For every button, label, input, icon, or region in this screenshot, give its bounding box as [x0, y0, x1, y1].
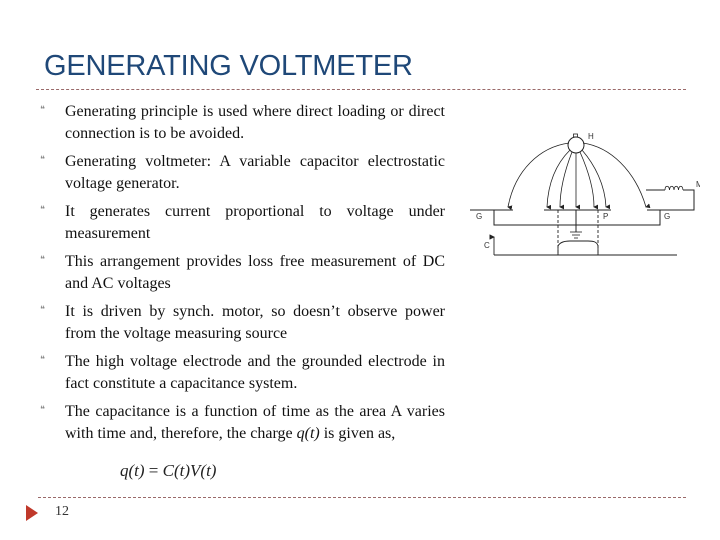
- bullet-icon: ❝: [40, 255, 45, 265]
- field-line: [581, 149, 611, 210]
- bullet-icon: ❝: [40, 405, 45, 415]
- bullet-text: This arrangement provides loss free meas…: [65, 253, 445, 292]
- bullet-item: ❝ It is driven by synch. motor, so doesn…: [40, 301, 445, 344]
- bullet-text: The high voltage electrode and the groun…: [65, 353, 445, 392]
- bullet-item: ❝ This arrangement provides loss free me…: [40, 251, 445, 294]
- label-ground-left: G: [476, 212, 482, 221]
- charge-symbol: q(t): [296, 424, 320, 442]
- bullet-item: ❝ Generating principle is used where dir…: [40, 101, 445, 144]
- label-motor: M: [696, 180, 700, 189]
- formula-rhs: C(t)V(t): [162, 461, 217, 480]
- formula-lhs: q(t): [120, 461, 145, 480]
- hv-electrode: [567, 136, 585, 154]
- electrodes: [470, 189, 695, 256]
- bullet-icon: ❝: [40, 105, 45, 115]
- bullet-item: ❝ Generating voltmeter: A variable capac…: [40, 151, 445, 194]
- slide-title: GENERATING VOLTMETER: [44, 50, 413, 82]
- charge-formula: q(t) = C(t)V(t): [120, 461, 216, 481]
- bullet-icon: ❝: [40, 155, 45, 165]
- capacitance-waveform: [557, 240, 599, 255]
- label-pickup: P: [603, 212, 608, 221]
- ground-symbol: [570, 231, 582, 239]
- bullet-text: The capacitance is a function of time as…: [65, 401, 445, 444]
- field-line: [579, 151, 599, 210]
- generating-voltmeter-diagram: H M C G G P: [470, 132, 700, 256]
- formula-equals: =: [144, 461, 163, 480]
- footer-divider: [38, 497, 686, 498]
- bullet-list: ❝ Generating principle is used where dir…: [40, 101, 445, 451]
- title-divider: [36, 89, 686, 90]
- bullet-text: Generating voltmeter: A variable capacit…: [65, 153, 445, 192]
- ground-frame: [493, 210, 661, 226]
- bullet-icon: ❝: [40, 205, 45, 215]
- field-line: [582, 142, 651, 209]
- bullet-text-part: is given as,: [319, 424, 396, 442]
- label-axis: C: [484, 241, 490, 250]
- field-line: [546, 149, 571, 210]
- bullet-text: Generating principle is used where direc…: [65, 103, 445, 142]
- page-marker-icon: [26, 505, 38, 521]
- motor-coil: [664, 185, 684, 191]
- bullet-item: ❝ The high voltage electrode and the gro…: [40, 351, 445, 394]
- field-line: [507, 142, 570, 211]
- bullet-text: It is driven by synch. motor, so doesn’t…: [65, 303, 445, 342]
- label-ground-right: G: [664, 212, 670, 221]
- bullet-item: ❝ It generates current proportional to v…: [40, 201, 445, 244]
- bullet-text: It generates current proportional to vol…: [65, 203, 445, 242]
- bullet-icon: ❝: [40, 355, 45, 365]
- bullet-icon: ❝: [40, 305, 45, 315]
- ground-electrode-right: [647, 189, 695, 211]
- page-number: 12: [55, 504, 69, 519]
- bullet-item: ❝ The capacitance is a function of time …: [40, 401, 445, 444]
- label-hv: H: [588, 132, 594, 141]
- projection-lines: [557, 210, 599, 255]
